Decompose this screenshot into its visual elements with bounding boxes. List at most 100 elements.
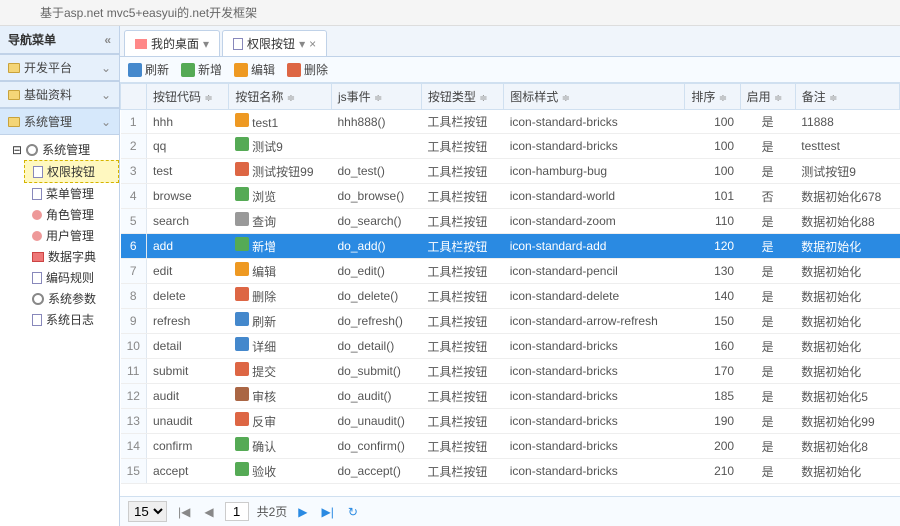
cell-enable: 是 [740,359,795,384]
cell-type: 工具栏按钮 [421,184,503,209]
cell-order: 185 [685,384,740,409]
tab-menu-icon[interactable]: ▾ [299,37,305,51]
sort-icon: ≑ [479,93,487,104]
sidebar-item-5[interactable]: 编码规则 [24,267,119,288]
delete-button[interactable]: 删除 [287,61,328,78]
sidebar: 导航菜单 « 开发平台 ⌄ 基础资料 ⌄ 系统管理 ⌄ ⊟ 系统管理 权限按钮菜… [0,26,120,526]
table-row[interactable]: 3test 测试按钮99do_test()工具栏按钮icon-hamburg-b… [121,159,900,184]
row-icon [235,237,249,251]
cell-style: icon-standard-bricks [504,459,685,484]
table-row[interactable]: 13unaudit 反审do_unaudit()工具栏按钮icon-standa… [121,409,900,434]
table-row[interactable]: 8delete 删除do_delete()工具栏按钮icon-standard-… [121,284,900,309]
col-header-3[interactable]: 按钮类型 ≑ [421,84,503,110]
cell-enable: 否 [740,184,795,209]
prev-page-button[interactable]: ◀ [201,505,216,519]
tab-menu-icon[interactable]: ▾ [203,37,209,51]
col-header-6[interactable]: 启用 ≑ [740,84,795,110]
sort-icon: ≑ [562,93,570,104]
panel-base[interactable]: 基础资料 ⌄ [0,81,119,108]
panel-dev[interactable]: 开发平台 ⌄ [0,54,119,81]
sidebar-item-1[interactable]: 菜单管理 [24,183,119,204]
cell-order: 120 [685,234,740,259]
nav-tree: ⊟ 系统管理 权限按钮菜单管理角色管理用户管理数据字典编码规则系统参数系统日志 [0,135,119,526]
cell-type: 工具栏按钮 [421,409,503,434]
sidebar-item-0[interactable]: 权限按钮 [24,160,119,183]
row-icon [235,337,249,351]
last-page-button[interactable]: ▶| [319,505,337,519]
cell-type: 工具栏按钮 [421,234,503,259]
data-grid: 按钮代码 ≑按钮名称 ≑js事件 ≑按钮类型 ≑图标样式 ≑排序 ≑启用 ≑备注… [120,83,900,484]
cell-name: test1 [229,110,332,134]
table-row[interactable]: 10detail 详细do_detail()工具栏按钮icon-standard… [121,334,900,359]
cell-style: icon-standard-delete [504,284,685,309]
row-icon [235,437,249,451]
tab-desktop[interactable]: 我的桌面 ▾ [124,30,220,56]
cell-style: icon-standard-bricks [504,359,685,384]
tab-bar: 我的桌面 ▾ 权限按钮 ▾ × [120,26,900,57]
panel-system[interactable]: 系统管理 ⌄ [0,108,119,135]
row-number: 2 [121,134,147,159]
app-header: 基于asp.net mvc5+easyui的.net开发框架 [0,0,900,26]
reload-button[interactable]: ↻ [345,505,361,519]
cell-style: icon-standard-bricks [504,434,685,459]
book-icon [32,252,44,262]
col-header-2[interactable]: js事件 ≑ [332,84,422,110]
first-page-button[interactable]: |◀ [175,505,193,519]
sidebar-item-6[interactable]: 系统参数 [24,288,119,309]
page-size-select[interactable]: 15 [128,501,167,522]
cell-remark: 11888 [795,110,899,134]
col-header-4[interactable]: 图标样式 ≑ [504,84,685,110]
col-header-5[interactable]: 排序 ≑ [685,84,740,110]
table-row[interactable]: 11submit 提交do_submit()工具栏按钮icon-standard… [121,359,900,384]
grid-container[interactable]: 按钮代码 ≑按钮名称 ≑js事件 ≑按钮类型 ≑图标样式 ≑排序 ≑启用 ≑备注… [120,83,900,496]
add-button[interactable]: 新增 [181,61,222,78]
edit-button[interactable]: 编辑 [234,61,275,78]
total-pages-label: 共2页 [257,503,288,520]
tab-permission[interactable]: 权限按钮 ▾ × [222,30,327,56]
cell-name: 测试按钮99 [229,159,332,184]
collapse-icon[interactable]: « [104,33,111,47]
col-header-0[interactable]: 按钮代码 ≑ [147,84,229,110]
row-num-header [121,84,147,110]
refresh-button[interactable]: 刷新 [128,61,169,78]
sidebar-item-4[interactable]: 数据字典 [24,246,119,267]
cell-order: 140 [685,284,740,309]
table-row[interactable]: 1hhh test1hhh888()工具栏按钮icon-standard-bri… [121,110,900,134]
cell-order: 170 [685,359,740,384]
row-number: 9 [121,309,147,334]
table-row[interactable]: 14confirm 确认do_confirm()工具栏按钮icon-standa… [121,434,900,459]
page-icon [32,314,42,326]
delete-icon [287,63,301,77]
table-row[interactable]: 6add 新增do_add()工具栏按钮icon-standard-add120… [121,234,900,259]
row-icon [235,462,249,476]
table-row[interactable]: 7edit 编辑do_edit()工具栏按钮icon-standard-penc… [121,259,900,284]
table-row[interactable]: 2qq 测试9工具栏按钮icon-standard-bricks100是test… [121,134,900,159]
page-icon [32,188,42,200]
cell-style: icon-standard-bricks [504,334,685,359]
sort-icon: ≑ [287,93,295,104]
cell-code: submit [147,359,229,384]
col-header-1[interactable]: 按钮名称 ≑ [229,84,332,110]
cell-remark: 数据初始化 [795,259,899,284]
gear-icon [32,293,44,305]
table-row[interactable]: 12audit 审核do_audit()工具栏按钮icon-standard-b… [121,384,900,409]
table-row[interactable]: 9refresh 刷新do_refresh()工具栏按钮icon-standar… [121,309,900,334]
page-icon [233,38,243,50]
close-icon[interactable]: × [309,37,316,51]
folder-icon [8,90,20,100]
tree-root[interactable]: ⊟ 系统管理 [8,139,119,160]
sidebar-item-7[interactable]: 系统日志 [24,309,119,330]
next-page-button[interactable]: ▶ [295,505,310,519]
cell-js: do_test() [332,159,422,184]
table-row[interactable]: 5search 查询do_search()工具栏按钮icon-standard-… [121,209,900,234]
page-input[interactable] [225,502,249,521]
col-header-7[interactable]: 备注 ≑ [795,84,899,110]
table-row[interactable]: 15accept 验收do_accept()工具栏按钮icon-standard… [121,459,900,484]
cell-js: hhh888() [332,110,422,134]
cell-type: 工具栏按钮 [421,359,503,384]
cell-style: icon-standard-bricks [504,409,685,434]
sidebar-item-2[interactable]: 角色管理 [24,204,119,225]
table-row[interactable]: 4browse 浏览do_browse()工具栏按钮icon-standard-… [121,184,900,209]
sidebar-item-3[interactable]: 用户管理 [24,225,119,246]
cell-code: browse [147,184,229,209]
